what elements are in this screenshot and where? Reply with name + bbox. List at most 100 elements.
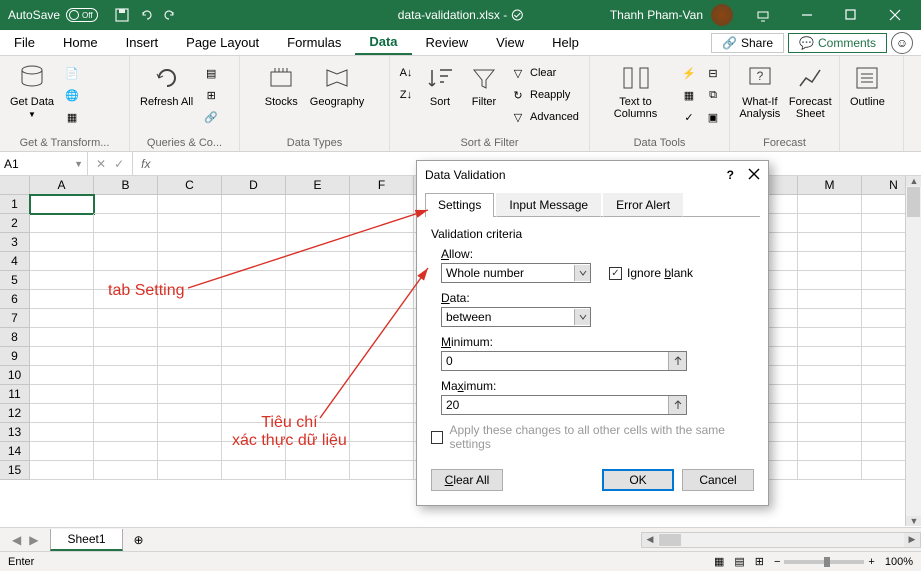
vertical-scrollbar[interactable]: ▲ ▼ bbox=[905, 176, 921, 526]
ignore-blank-checkbox[interactable]: Ignore blank bbox=[609, 266, 693, 280]
cell[interactable] bbox=[350, 404, 414, 423]
scrollbar-thumb[interactable] bbox=[659, 534, 681, 546]
scroll-left-icon[interactable]: ◀ bbox=[642, 533, 658, 547]
cell[interactable] bbox=[350, 214, 414, 233]
tab-file[interactable]: File bbox=[0, 30, 49, 55]
close-icon[interactable] bbox=[873, 0, 917, 30]
sort-az-button[interactable]: A↓ bbox=[396, 64, 416, 82]
row-header[interactable]: 1 bbox=[0, 195, 30, 214]
cell[interactable] bbox=[94, 461, 158, 480]
cell[interactable] bbox=[350, 347, 414, 366]
page-layout-icon[interactable]: ▤ bbox=[734, 555, 744, 568]
geography-button[interactable]: Geography bbox=[306, 60, 368, 110]
whatif-button[interactable]: ? What-If Analysis bbox=[736, 60, 784, 122]
cell[interactable] bbox=[222, 252, 286, 271]
row-header[interactable]: 7 bbox=[0, 309, 30, 328]
cell[interactable] bbox=[30, 233, 94, 252]
autosave-toggle[interactable]: AutoSave Off bbox=[0, 8, 106, 22]
row-header[interactable]: 15 bbox=[0, 461, 30, 480]
cell[interactable] bbox=[222, 195, 286, 214]
cell[interactable] bbox=[798, 442, 862, 461]
flash-fill-button[interactable]: ⚡ bbox=[679, 64, 699, 82]
advanced-button[interactable]: ▽Advanced bbox=[508, 108, 581, 126]
feedback-icon[interactable]: ☺ bbox=[891, 32, 913, 54]
cell[interactable] bbox=[350, 233, 414, 252]
cell[interactable] bbox=[158, 252, 222, 271]
save-icon[interactable] bbox=[114, 7, 130, 23]
fx-icon[interactable]: fx bbox=[133, 157, 158, 171]
cell[interactable] bbox=[158, 271, 222, 290]
row-header[interactable]: 14 bbox=[0, 442, 30, 461]
column-header[interactable]: M bbox=[798, 176, 862, 195]
cell[interactable] bbox=[30, 195, 94, 214]
zoom-slider[interactable] bbox=[784, 560, 864, 564]
scroll-down-icon[interactable]: ▼ bbox=[906, 516, 921, 526]
cell[interactable] bbox=[94, 404, 158, 423]
cell[interactable] bbox=[30, 309, 94, 328]
tab-data[interactable]: Data bbox=[355, 30, 411, 55]
comments-button[interactable]: 💬Comments bbox=[788, 33, 887, 53]
column-header[interactable]: E bbox=[286, 176, 350, 195]
cell[interactable] bbox=[798, 290, 862, 309]
reapply-button[interactable]: ↻Reapply bbox=[508, 86, 581, 104]
cell[interactable] bbox=[798, 233, 862, 252]
column-header[interactable]: B bbox=[94, 176, 158, 195]
cell[interactable] bbox=[350, 442, 414, 461]
cell[interactable] bbox=[94, 328, 158, 347]
cancel-button[interactable]: Cancel bbox=[682, 469, 754, 491]
cell[interactable] bbox=[158, 385, 222, 404]
enter-formula-icon[interactable]: ✓ bbox=[114, 157, 124, 171]
forecast-sheet-button[interactable]: Forecast Sheet bbox=[788, 60, 833, 122]
zoom-level[interactable]: 100% bbox=[885, 556, 913, 568]
zoom-out-icon[interactable]: − bbox=[774, 556, 780, 568]
row-header[interactable]: 6 bbox=[0, 290, 30, 309]
outline-button[interactable]: Outline bbox=[846, 60, 889, 110]
cell[interactable] bbox=[94, 442, 158, 461]
scrollbar-thumb[interactable] bbox=[907, 187, 920, 217]
sort-button[interactable]: Sort bbox=[420, 60, 460, 110]
dialog-tab-settings[interactable]: Settings bbox=[425, 193, 494, 217]
sheet-tab[interactable]: Sheet1 bbox=[50, 529, 122, 551]
get-data-button[interactable]: Get Data ▼ bbox=[6, 60, 58, 121]
cell[interactable] bbox=[350, 290, 414, 309]
cell[interactable] bbox=[286, 347, 350, 366]
dialog-tab-input-message[interactable]: Input Message bbox=[496, 193, 601, 217]
row-header[interactable]: 5 bbox=[0, 271, 30, 290]
cell[interactable] bbox=[798, 252, 862, 271]
row-header[interactable]: 12 bbox=[0, 404, 30, 423]
cell[interactable] bbox=[30, 214, 94, 233]
cell[interactable] bbox=[158, 214, 222, 233]
cell[interactable] bbox=[286, 290, 350, 309]
filter-button[interactable]: Filter bbox=[464, 60, 504, 110]
remove-duplicates-button[interactable]: ▦ bbox=[679, 86, 699, 104]
chevron-down-icon[interactable] bbox=[574, 265, 590, 281]
cell[interactable] bbox=[222, 423, 286, 442]
maximum-input[interactable]: 20 bbox=[441, 395, 687, 415]
cell[interactable] bbox=[222, 461, 286, 480]
cell[interactable] bbox=[286, 461, 350, 480]
cell[interactable] bbox=[30, 366, 94, 385]
cell[interactable] bbox=[286, 214, 350, 233]
column-header[interactable]: D bbox=[222, 176, 286, 195]
cell[interactable] bbox=[94, 252, 158, 271]
tab-formulas[interactable]: Formulas bbox=[273, 30, 355, 55]
redo-icon[interactable] bbox=[162, 7, 178, 23]
cancel-formula-icon[interactable]: ✕ bbox=[96, 157, 106, 171]
toggle-switch[interactable]: Off bbox=[66, 8, 98, 22]
queries-button[interactable]: ▤ bbox=[201, 64, 221, 82]
cell[interactable] bbox=[350, 461, 414, 480]
ok-button[interactable]: OK bbox=[602, 469, 674, 491]
cell[interactable] bbox=[30, 442, 94, 461]
cell[interactable] bbox=[286, 423, 350, 442]
normal-view-icon[interactable]: ▦ bbox=[714, 555, 724, 568]
cell[interactable] bbox=[350, 385, 414, 404]
cell[interactable] bbox=[798, 347, 862, 366]
tab-insert[interactable]: Insert bbox=[112, 30, 173, 55]
row-header[interactable]: 9 bbox=[0, 347, 30, 366]
cell[interactable] bbox=[286, 309, 350, 328]
cell[interactable] bbox=[798, 385, 862, 404]
cell[interactable] bbox=[30, 328, 94, 347]
row-header[interactable]: 3 bbox=[0, 233, 30, 252]
range-selector-icon[interactable] bbox=[668, 396, 686, 414]
allow-select[interactable]: Whole number bbox=[441, 263, 591, 283]
